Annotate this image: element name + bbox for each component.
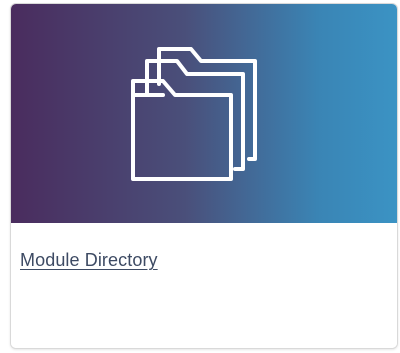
card-body: Module Directory — [11, 223, 397, 348]
module-directory-link[interactable]: Module Directory — [20, 250, 158, 271]
module-card[interactable]: Module Directory — [10, 3, 398, 349]
card-banner[interactable] — [11, 4, 397, 223]
folders-icon — [131, 46, 257, 181]
